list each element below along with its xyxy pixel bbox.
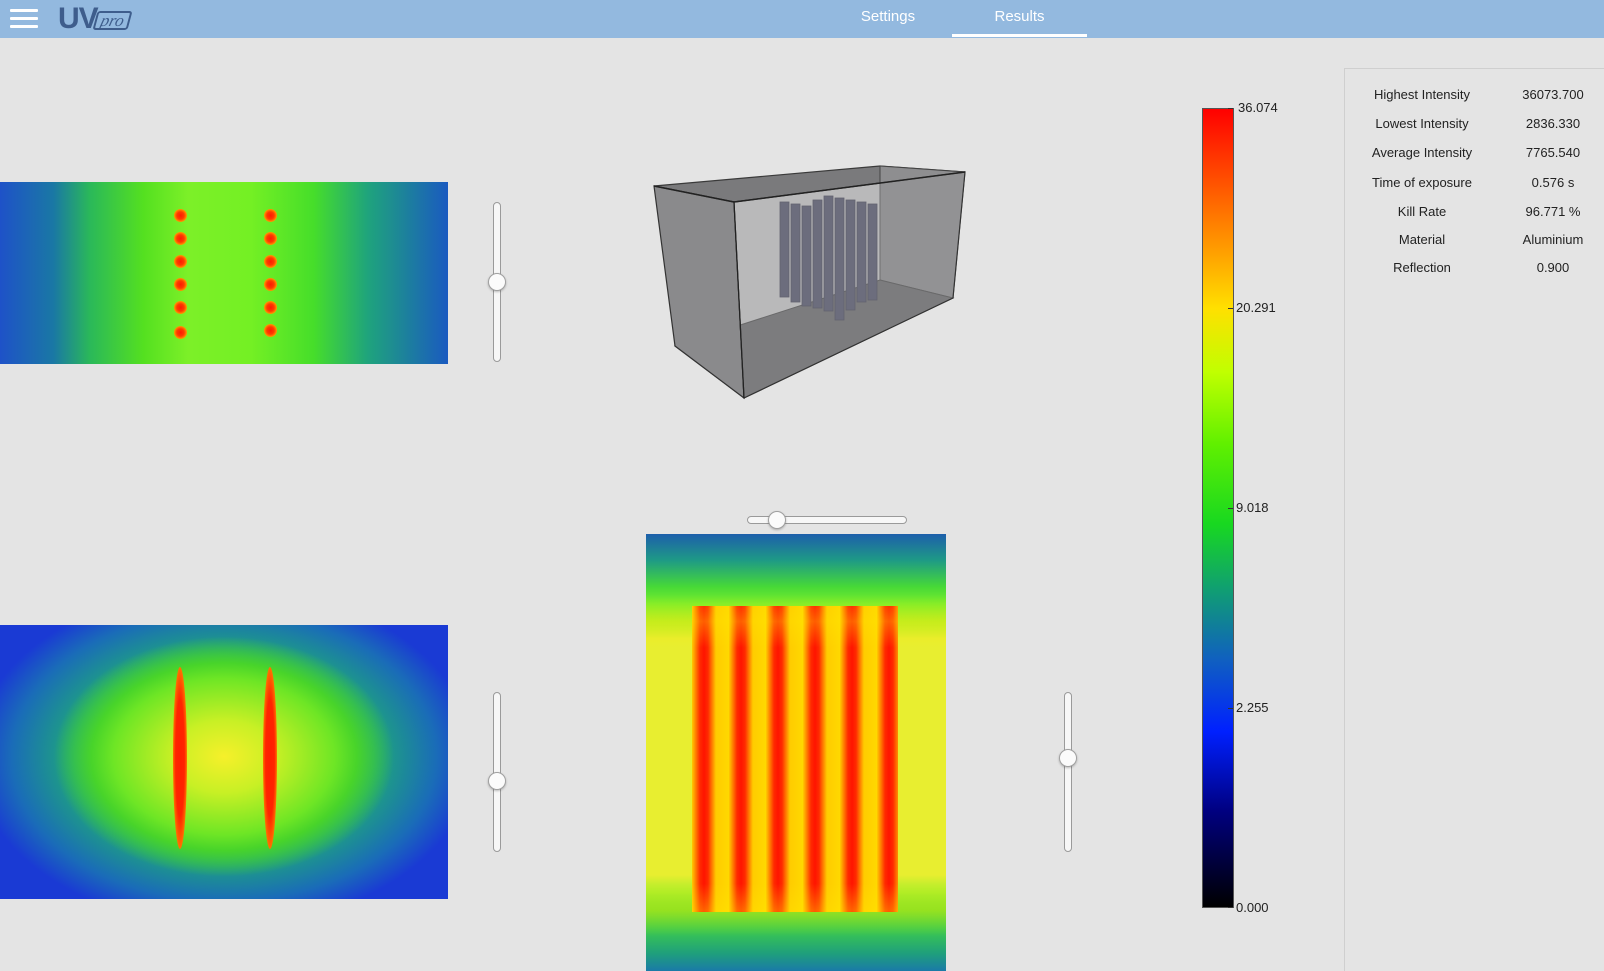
3d-chamber-view[interactable] bbox=[640, 160, 970, 410]
legend-label-min: 0.000 bbox=[1236, 900, 1269, 915]
result-value: 0.576 s bbox=[1531, 175, 1575, 190]
result-row-highest-intensity: Highest Intensity 36073.700 bbox=[1345, 87, 1604, 107]
result-label: Material bbox=[1398, 232, 1446, 247]
legend-label-low: 2.255 bbox=[1236, 700, 1269, 715]
results-info-panel: Highest Intensity 36073.700 Lowest Inten… bbox=[1344, 68, 1604, 971]
legend-tick bbox=[1228, 907, 1233, 908]
slider-thumb[interactable] bbox=[488, 273, 506, 291]
result-value: 96.771 % bbox=[1525, 204, 1581, 219]
heatmap-side-view bbox=[0, 625, 448, 899]
result-label: Reflection bbox=[1393, 260, 1451, 275]
result-label: Time of exposure bbox=[1372, 175, 1472, 190]
legend-tick bbox=[1228, 108, 1233, 109]
legend-label-max: 36.074 bbox=[1238, 100, 1278, 115]
logo-sub-text: pro bbox=[92, 11, 133, 30]
slider-thumb[interactable] bbox=[488, 771, 506, 790]
result-row-average-intensity: Average Intensity 7765.540 bbox=[1345, 145, 1604, 165]
result-row-lowest-intensity: Lowest Intensity 2836.330 bbox=[1345, 116, 1604, 136]
tab-results[interactable]: Results bbox=[952, 0, 1087, 37]
tab-settings[interactable]: Settings bbox=[826, 0, 950, 34]
heatmap-front-view bbox=[646, 534, 946, 971]
legend-tick bbox=[1228, 708, 1233, 709]
heatmap-top-view bbox=[0, 182, 448, 364]
slider-thumb[interactable] bbox=[1059, 748, 1077, 767]
legend-label-high: 20.291 bbox=[1236, 300, 1276, 315]
result-value: Aluminium bbox=[1522, 232, 1584, 247]
hamburger-menu-icon[interactable] bbox=[10, 9, 38, 29]
front-view-vertical-slider[interactable] bbox=[1058, 692, 1078, 852]
result-label: Kill Rate bbox=[1397, 204, 1447, 219]
legend-label-mid: 9.018 bbox=[1236, 500, 1269, 515]
top-bar: UVpro Settings Results bbox=[0, 0, 1604, 38]
uvpro-logo: UVpro bbox=[58, 2, 133, 36]
result-row-kill-rate: Kill Rate 96.771 % bbox=[1345, 204, 1604, 224]
result-value: 2836.330 bbox=[1525, 116, 1581, 131]
result-value: 36073.700 bbox=[1522, 87, 1584, 102]
result-row-material: Material Aluminium bbox=[1345, 232, 1604, 252]
top-view-vertical-slider[interactable] bbox=[487, 202, 507, 362]
result-label: Average Intensity bbox=[1371, 145, 1473, 160]
logo-main-text: UV bbox=[58, 2, 99, 35]
slider-thumb[interactable] bbox=[768, 511, 787, 529]
front-view-horizontal-slider[interactable] bbox=[747, 510, 907, 530]
result-row-time-of-exposure: Time of exposure 0.576 s bbox=[1345, 175, 1604, 195]
side-view-vertical-slider[interactable] bbox=[487, 692, 507, 852]
result-label: Highest Intensity bbox=[1373, 87, 1471, 102]
legend-tick bbox=[1228, 508, 1233, 509]
result-value: 7765.540 bbox=[1525, 145, 1581, 160]
result-value: 0.900 bbox=[1536, 260, 1570, 275]
legend-tick bbox=[1228, 308, 1233, 309]
result-label: Lowest Intensity bbox=[1375, 116, 1469, 131]
result-row-reflection: Reflection 0.900 bbox=[1345, 260, 1604, 280]
